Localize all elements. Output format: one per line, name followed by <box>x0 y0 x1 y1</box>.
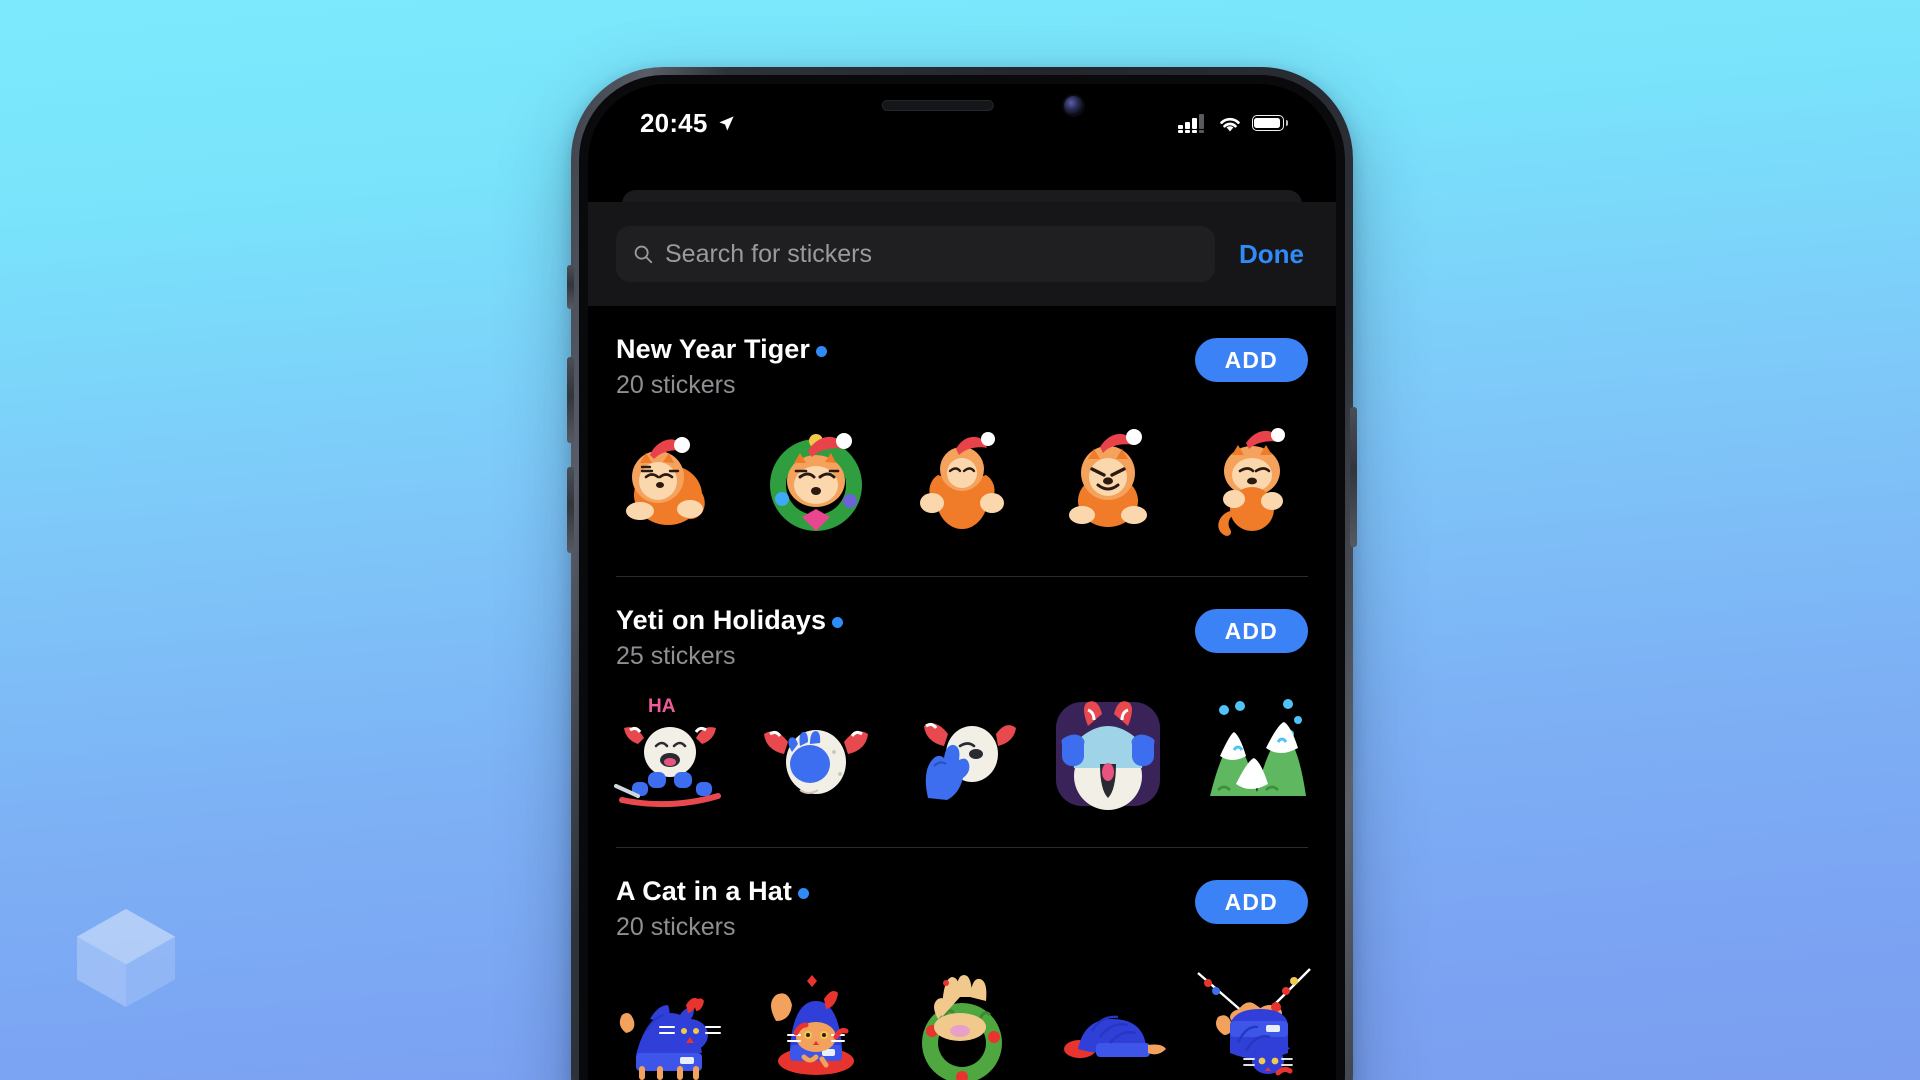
yeti-thumbs-up-sticker[interactable] <box>898 690 1026 818</box>
yeti-scared-purple-sticker[interactable] <box>1044 690 1172 818</box>
unread-dot-icon <box>832 616 844 628</box>
search-input[interactable] <box>665 239 1199 269</box>
wifi-icon <box>1219 117 1240 131</box>
add-sticker-pack-button[interactable]: ADD <box>1194 880 1308 924</box>
location-arrow-icon <box>718 115 734 131</box>
sticker-pack: New Year Tiger 20 stickers ADD <box>588 306 1336 577</box>
status-bar-left: 20:45 <box>640 108 736 139</box>
power-button[interactable] <box>1350 407 1357 547</box>
sticker-pack-title-row[interactable]: New Year Tiger <box>616 334 828 365</box>
sticker-pack-header: New Year Tiger 20 stickers ADD <box>588 306 1336 400</box>
front-camera-icon <box>1064 96 1083 115</box>
search-header: Done <box>588 202 1336 306</box>
sticker-pack: Yeti on Holidays 25 stickers ADD HA <box>588 577 1336 848</box>
sticker-pack-title: Yeti on Holidays <box>616 605 827 635</box>
battery-full-icon <box>1251 115 1288 131</box>
svg-text:HA: HA <box>648 696 676 717</box>
add-sticker-pack-button[interactable]: ADD <box>1194 338 1308 382</box>
cat-sleeping-blue-hat-sticker[interactable] <box>1044 961 1172 1080</box>
iphone-device-frame: 20:45 Search for stickers Done New Year … <box>567 67 1357 1080</box>
phone-bezel: 20:45 Search for stickers Done New Year … <box>579 75 1345 1080</box>
search-icon <box>634 245 653 264</box>
tiger-angry-santa-hat-sticker[interactable] <box>1044 419 1172 547</box>
sticker-pack-header: Yeti on Holidays 25 stickers ADD <box>588 577 1336 671</box>
device-notch <box>797 84 1127 128</box>
silent-switch[interactable] <box>567 265 574 309</box>
sticker-pack-titles: A Cat in a Hat 20 stickers <box>616 876 809 942</box>
sticker-preview-strip[interactable] <box>588 400 1336 552</box>
volume-up-button[interactable] <box>567 357 574 443</box>
tiger-sitting-santa-hat-sticker[interactable] <box>606 419 734 547</box>
cube-logo-icon <box>62 894 190 1022</box>
tiger-flexing-santa-hat-sticker[interactable] <box>898 419 1026 547</box>
sticker-pack-header: A Cat in a Hat 20 stickers ADD <box>588 848 1336 942</box>
sticker-preview-strip[interactable] <box>588 942 1336 1080</box>
sticker-pack-count: 20 stickers <box>616 371 736 399</box>
sticker-pack-titles: Yeti on Holidays 25 stickers <box>616 605 844 671</box>
screenshot-scene: 20:45 Search for stickers Done New Year … <box>0 0 1920 1080</box>
sticker-pack-title: A Cat in a Hat <box>616 876 792 906</box>
sticker-preview-strip[interactable]: HA <box>588 671 1336 823</box>
cellular-signal-icon <box>1177 114 1204 133</box>
sticker-pack-count: 20 stickers <box>616 913 736 941</box>
phone-screen: 20:45 Search for stickers Done New Year … <box>588 84 1336 1080</box>
add-sticker-pack-button[interactable]: ADD <box>1194 609 1308 653</box>
sticker-pack-title-row[interactable]: Yeti on Holidays <box>616 605 844 636</box>
sticker-pack: A Cat in a Hat 20 stickers ADD <box>588 848 1336 1080</box>
cat-blue-hat-on-pillow-sticker[interactable] <box>752 961 880 1080</box>
cat-blue-sweater-walking-sticker[interactable] <box>606 961 734 1080</box>
snowy-mountains-sticker[interactable] <box>1190 690 1318 818</box>
unread-dot-icon <box>797 887 809 899</box>
tiger-in-wreath-kiss-sticker[interactable] <box>752 419 880 547</box>
yeti-facepalm-sticker[interactable] <box>752 690 880 818</box>
sticker-pack-title-row[interactable]: A Cat in a Hat <box>616 876 809 907</box>
done-button[interactable]: Done <box>1233 235 1310 274</box>
sticker-pack-title: New Year Tiger <box>616 334 811 364</box>
status-bar-right <box>1177 113 1288 133</box>
sticker-pack-count: 25 stickers <box>616 642 736 670</box>
cat-paw-in-wreath-sticker[interactable] <box>898 961 1026 1080</box>
search-field-container[interactable] <box>616 226 1215 282</box>
volume-down-button[interactable] <box>567 467 574 553</box>
cat-hanging-garland-sticker[interactable] <box>1190 961 1318 1080</box>
tiger-hanging-santa-hat-sticker[interactable] <box>1190 419 1318 547</box>
yeti-skiing-ha-sticker[interactable]: HA <box>606 690 734 818</box>
unread-dot-icon <box>816 345 828 357</box>
status-bar-clock: 20:45 <box>640 107 708 138</box>
sticker-pack-titles: New Year Tiger 20 stickers <box>616 334 828 400</box>
sticker-pack-list[interactable]: New Year Tiger 20 stickers ADD Yeti on H… <box>588 306 1336 1080</box>
earpiece-speaker-icon <box>881 100 994 111</box>
